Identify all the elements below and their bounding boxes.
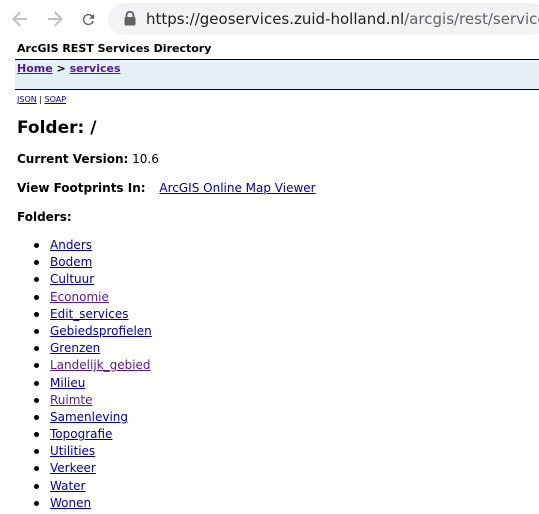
url-path: /arcgis/rest/services — [404, 10, 539, 28]
folder-link-edit-services[interactable]: Edit_services — [50, 307, 128, 321]
bullet-icon — [34, 260, 39, 266]
folder-item-anders: Anders — [33, 237, 152, 254]
view-footprints-label: View Footprints In: — [17, 181, 146, 195]
folder-item-bodem: Bodem — [33, 254, 152, 271]
bullet-icon — [34, 500, 39, 506]
bullet-icon — [34, 346, 39, 352]
folder-link-samenleving[interactable]: Samenleving — [50, 410, 128, 424]
folder-link-bodem[interactable]: Bodem — [50, 255, 92, 269]
folder-item-milieu: Milieu — [33, 375, 152, 392]
lock-icon[interactable] — [124, 10, 136, 30]
url-text[interactable]: https://geoservices.zuid-holland.nl/arcg… — [146, 9, 539, 29]
navigation-bar: Home > services — [15, 59, 539, 90]
forward-arrow-icon[interactable] — [44, 8, 66, 30]
folder-item-ruimte: Ruimte — [33, 392, 152, 409]
folder-item-verkeer: Verkeer — [33, 460, 152, 477]
folder-item-water: Water — [33, 478, 152, 495]
folder-item-topografie: Topografie — [33, 426, 152, 443]
folder-link-wonen[interactable]: Wonen — [50, 496, 91, 510]
folder-list: Anders Bodem Cultuur Economie Edit_servi… — [33, 237, 152, 512]
folder-item-economie: Economie — [33, 289, 152, 306]
reload-icon[interactable] — [77, 8, 99, 30]
folder-link-grenzen[interactable]: Grenzen — [50, 341, 100, 355]
bullet-icon — [34, 363, 39, 369]
format-separator: | — [39, 95, 42, 104]
directory-title: ArcGIS REST Services Directory — [17, 42, 212, 55]
folder-item-edit-services: Edit_services — [33, 306, 152, 323]
folder-item-utilities: Utilities — [33, 443, 152, 460]
folder-link-utilities[interactable]: Utilities — [50, 444, 95, 458]
current-version-value: 10.6 — [132, 152, 159, 166]
current-version-label: Current Version: — [17, 152, 129, 166]
folder-link-topografie[interactable]: Topografie — [50, 427, 112, 441]
folders-label: Folders: — [17, 210, 72, 224]
bullet-icon — [34, 397, 39, 403]
folder-link-anders[interactable]: Anders — [50, 238, 92, 252]
bullet-icon — [34, 294, 39, 300]
bullet-icon — [34, 432, 39, 438]
folder-item-samenleving: Samenleving — [33, 409, 152, 426]
bullet-icon — [34, 311, 39, 317]
folder-link-milieu[interactable]: Milieu — [50, 376, 85, 390]
folder-item-grenzen: Grenzen — [33, 340, 152, 357]
breadcrumb-home-link[interactable]: Home — [17, 62, 53, 75]
folder-item-cultuur: Cultuur — [33, 271, 152, 288]
folder-link-landelijk-gebied[interactable]: Landelijk_gebied — [50, 358, 151, 372]
bullet-icon — [34, 414, 39, 420]
folder-link-gebiedsprofielen[interactable]: Gebiedsprofielen — [50, 324, 152, 338]
bullet-icon — [34, 483, 39, 489]
page-title: Folder: / — [17, 118, 97, 138]
folder-item-wonen: Wonen — [33, 495, 152, 512]
current-version: Current Version: 10.6 — [17, 152, 159, 166]
folder-link-cultuur[interactable]: Cultuur — [50, 272, 94, 286]
page-content: ArcGIS REST Services Directory Home > se… — [0, 38, 539, 514]
bullet-icon — [34, 328, 39, 334]
bullet-icon — [34, 277, 39, 283]
bullet-icon — [34, 380, 39, 386]
breadcrumb-separator: > — [56, 62, 66, 75]
folder-link-verkeer[interactable]: Verkeer — [50, 461, 96, 475]
folder-link-ruimte[interactable]: Ruimte — [50, 393, 93, 407]
folder-link-economie[interactable]: Economie — [50, 290, 109, 304]
soap-link[interactable]: SOAP — [45, 95, 67, 104]
arcgis-online-map-viewer-link[interactable]: ArcGIS Online Map Viewer — [159, 181, 315, 195]
browser-toolbar: https://geoservices.zuid-holland.nl/arcg… — [0, 0, 539, 38]
breadcrumb-services-link[interactable]: services — [70, 62, 121, 75]
address-bar[interactable]: https://geoservices.zuid-holland.nl/arcg… — [108, 3, 539, 35]
url-host: https://geoservices.zuid-holland.nl — [146, 10, 405, 28]
view-footprints: View Footprints In: ArcGIS Online Map Vi… — [17, 181, 316, 195]
bullet-icon — [34, 449, 39, 455]
bullet-icon — [34, 466, 39, 472]
back-arrow-icon[interactable] — [9, 8, 31, 30]
folder-link-water[interactable]: Water — [50, 479, 85, 493]
breadcrumb: Home > services — [17, 62, 121, 75]
folder-item-landelijk-gebied: Landelijk_gebied — [33, 357, 152, 374]
format-links: JSON | SOAP — [17, 95, 66, 104]
json-link[interactable]: JSON — [17, 95, 37, 104]
bullet-icon — [34, 243, 39, 248]
folder-item-gebiedsprofielen: Gebiedsprofielen — [33, 323, 152, 340]
